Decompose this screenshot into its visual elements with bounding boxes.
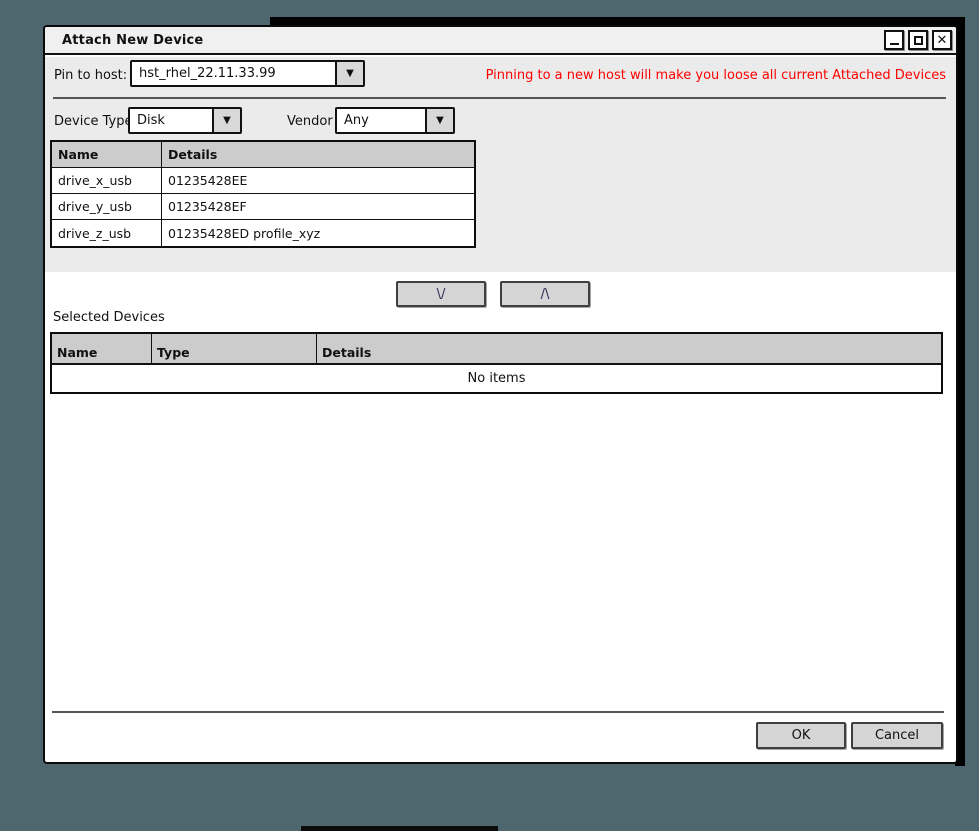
selected-devices-table: Name Type Details No items bbox=[50, 332, 943, 394]
attach-new-device-dialog: Attach New Device ✕ Pin to host: hst_rhe… bbox=[43, 25, 958, 764]
desktop: { "window": { "title": "Attach New Devic… bbox=[0, 0, 979, 831]
available-devices-header-row: Name Details bbox=[52, 142, 474, 168]
cancel-button[interactable]: Cancel bbox=[851, 722, 943, 749]
ok-button[interactable]: OK bbox=[756, 722, 846, 749]
maximize-button[interactable] bbox=[908, 30, 928, 50]
vendor-value: Any bbox=[344, 113, 369, 128]
close-button[interactable]: ✕ bbox=[932, 30, 952, 50]
device-type-dropdown-button[interactable]: ▼ bbox=[212, 109, 240, 132]
available-devices-table: Name Details drive_x_usb 01235428EE driv… bbox=[50, 140, 476, 248]
device-name-cell: drive_y_usb bbox=[52, 194, 162, 219]
vendor-label: Vendor bbox=[287, 114, 333, 129]
chevron-down-icon: ▼ bbox=[346, 68, 354, 79]
vendor-dropdown-button[interactable]: ▼ bbox=[425, 109, 453, 132]
pin-and-filter-panel: Pin to host: hst_rhel_22.11.33.99 ▼ Pinn… bbox=[45, 57, 956, 272]
move-up-button[interactable]: /\ bbox=[500, 281, 590, 307]
device-type-combobox[interactable]: Disk ▼ bbox=[128, 107, 242, 134]
chevron-down-icon: ▼ bbox=[223, 115, 231, 126]
pin-to-host-combobox[interactable]: hst_rhel_22.11.33.99 ▼ bbox=[130, 60, 365, 87]
pin-to-host-label: Pin to host: bbox=[54, 68, 128, 83]
column-header-name: Name bbox=[52, 334, 152, 363]
selected-devices-label: Selected Devices bbox=[53, 310, 165, 325]
minimize-button[interactable] bbox=[884, 30, 904, 50]
device-name-cell: drive_z_usb bbox=[52, 220, 162, 246]
pin-warning-text: Pinning to a new host will make you loos… bbox=[485, 68, 946, 83]
column-header-details: Details bbox=[322, 345, 372, 360]
close-icon: ✕ bbox=[936, 32, 948, 48]
footer-divider bbox=[52, 711, 944, 713]
window-controls: ✕ bbox=[884, 30, 952, 50]
dialog-title: Attach New Device bbox=[62, 32, 204, 48]
column-header-name: Name bbox=[52, 142, 162, 167]
column-header-type: Type bbox=[152, 334, 317, 363]
empty-table-message: No items bbox=[52, 365, 941, 392]
device-type-value: Disk bbox=[137, 113, 165, 128]
table-row[interactable]: drive_y_usb 01235428EF bbox=[52, 194, 474, 220]
maximize-icon bbox=[913, 35, 923, 45]
column-header-details: Details bbox=[168, 147, 218, 162]
table-row[interactable]: drive_z_usb 01235428ED profile_xyz bbox=[52, 220, 474, 246]
background-window-edge bbox=[301, 826, 498, 831]
device-details-cell: 01235428EF bbox=[168, 199, 247, 214]
move-down-button[interactable]: \/ bbox=[396, 281, 486, 307]
pin-to-host-dropdown-button[interactable]: ▼ bbox=[335, 62, 363, 85]
pin-to-host-value: hst_rhel_22.11.33.99 bbox=[139, 66, 276, 81]
device-name-cell: drive_x_usb bbox=[52, 168, 162, 193]
device-details-cell: 01235428EE bbox=[168, 173, 248, 188]
table-row[interactable]: drive_x_usb 01235428EE bbox=[52, 168, 474, 194]
pin-section-divider bbox=[53, 97, 946, 99]
device-details-cell: 01235428ED profile_xyz bbox=[168, 225, 321, 241]
titlebar[interactable]: Attach New Device bbox=[45, 27, 956, 55]
device-type-label: Device Type bbox=[54, 114, 133, 129]
minimize-icon bbox=[889, 43, 899, 45]
selected-devices-header-row: Name Type Details bbox=[52, 334, 941, 365]
chevron-down-icon: ▼ bbox=[436, 115, 444, 126]
vendor-combobox[interactable]: Any ▼ bbox=[335, 107, 455, 134]
